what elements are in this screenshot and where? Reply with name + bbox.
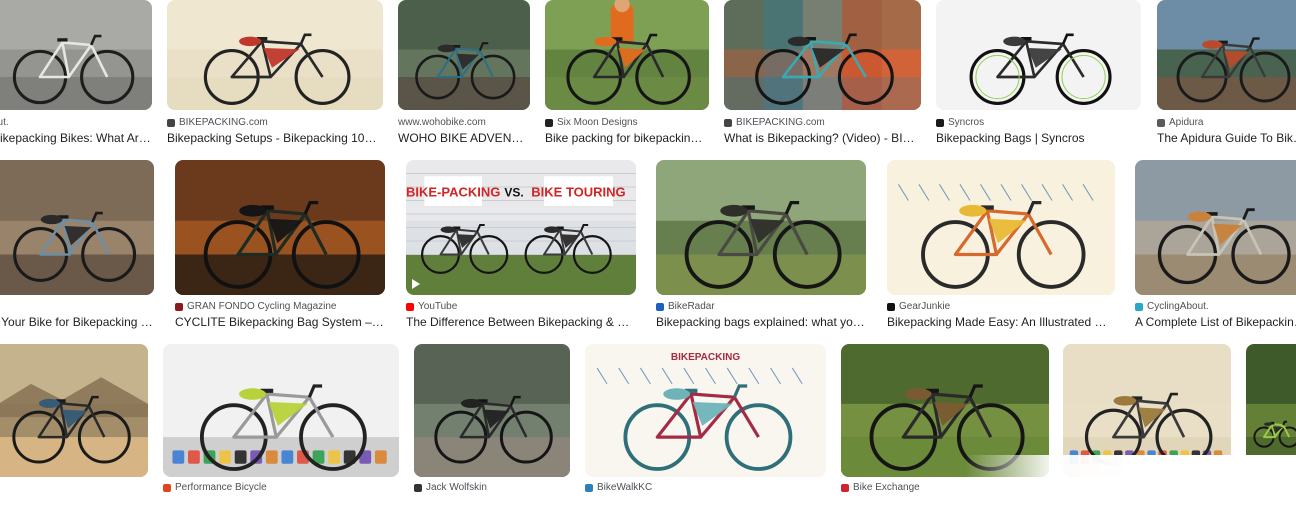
apidura-favicon-icon [1157, 118, 1165, 127]
result-source[interactable]: BikeRadar [656, 301, 715, 312]
image-result[interactable]: BikeRadar Bikepacking bags explained: wha… [656, 160, 866, 331]
image-result[interactable]: Six Moon Designs Bike packing for bikepac… [545, 0, 709, 147]
performance-favicon-icon [163, 483, 171, 492]
result-source-label: BIKEPACKING.com [736, 117, 825, 128]
result-source-label: Six Moon Designs [557, 117, 638, 128]
bikepacking-favicon-icon [167, 118, 175, 127]
gearjunkie-favicon-icon [887, 302, 895, 311]
result-title[interactable]: WOHO BIKE ADVENTURE... [398, 131, 530, 145]
result-thumbnail[interactable]: BIKE-PACKING VS. BIKE TOURING [406, 160, 636, 295]
result-source-label: BIKEPACKING.com [179, 117, 268, 128]
result-source[interactable]: GearJunkie [887, 301, 950, 312]
jackwolfskin-favicon-icon [414, 483, 422, 492]
result-source[interactable]: out. [0, 117, 9, 128]
result-source-label: Jack Wolfskin [426, 482, 487, 493]
bikeexchange-favicon-icon [841, 483, 849, 492]
result-title[interactable]: What is Bikepacking? (Video) - BIKEP... [724, 131, 921, 145]
image-result[interactable]: Syncros Bikepacking Bags | Syncros [936, 0, 1141, 147]
image-result[interactable]: Apidura The Apidura Guide To Bikepa... [1157, 0, 1296, 147]
result-source-label: CyclingAbout. [1147, 301, 1209, 312]
result-source[interactable]: Syncros [936, 117, 984, 128]
result-source-label: GRAN FONDO Cycling Magazine [187, 301, 337, 312]
result-title[interactable]: Bikepacking Made Easy: An Illustrated Ho… [887, 315, 1115, 329]
result-title[interactable]: Bike packing for bikepacking b... [545, 131, 709, 145]
poster-title-text: BIKEPACKING [671, 352, 740, 363]
result-source-label: Performance Bicycle [175, 482, 267, 493]
image-result[interactable]: BIKEPACKING.com What is Bikepacking? (Vid… [724, 0, 921, 147]
result-source-label: out. [0, 117, 9, 128]
image-result[interactable]: GearJunkie Bikepacking Made Easy: An Illu… [887, 160, 1115, 331]
syncros-favicon-icon [936, 118, 944, 127]
cyclingabout-favicon-icon [1135, 302, 1143, 311]
result-title[interactable]: Bikepacking Setups - Bikepacking 101 - B… [167, 131, 383, 145]
result-source[interactable]: Performance Bicycle [163, 482, 267, 493]
result-thumbnail[interactable] [1135, 160, 1296, 295]
result-thumbnail[interactable] [0, 160, 154, 295]
bikeradar-favicon-icon [656, 302, 664, 311]
result-thumbnail[interactable] [167, 0, 383, 110]
overlay-vs-text: VS. [504, 185, 523, 199]
bottom-right-fade [965, 455, 1296, 490]
result-source[interactable]: Apidura [1157, 117, 1203, 128]
image-result[interactable]: out. Bikepacking Bikes: What Are ... [0, 0, 152, 147]
result-title[interactable]: Bikepacking bags explained: what you ne.… [656, 315, 866, 329]
result-source[interactable]: GRAN FONDO Cycling Magazine [175, 301, 336, 312]
result-source[interactable]: YouTube [406, 301, 457, 312]
result-thumbnail[interactable] [1157, 0, 1296, 110]
result-source[interactable]: www.wohobike.com [398, 117, 486, 128]
overlay-left-text: BIKE-PACKING [406, 184, 500, 199]
result-thumbnail[interactable] [724, 0, 921, 110]
image-result[interactable]: BIKE-PACKING VS. BIKE TOURING YouTube The Di… [406, 160, 636, 331]
granfondo-favicon-icon [175, 302, 183, 311]
result-source[interactable]: CyclingAbout. [1135, 301, 1209, 312]
overlay-right-text: BIKE TOURING [531, 184, 625, 199]
result-source[interactable]: BikeWalkKC [585, 482, 652, 493]
result-thumbnail[interactable] [936, 0, 1141, 110]
result-thumbnail[interactable]: BIKEPACKING [585, 344, 826, 477]
result-source-label: Syncros [948, 117, 985, 128]
result-source-label: Bike Exchange [853, 482, 920, 493]
result-thumbnail[interactable] [887, 160, 1115, 295]
result-title[interactable]: Bikepacking Bikes: What Are ... [0, 131, 152, 145]
image-result[interactable] [0, 344, 148, 514]
play-icon [412, 279, 420, 289]
result-title[interactable]: A Complete List of Bikepacking B... [1135, 315, 1296, 329]
result-source-label: GearJunkie [899, 301, 951, 312]
image-result[interactable]: Jack Wolfskin [414, 344, 570, 514]
result-title[interactable]: k Your Bike for Bikepacking | L... [0, 315, 154, 329]
result-title[interactable]: CYCLITE Bikepacking Bag System – Light..… [175, 315, 385, 329]
image-result[interactable]: BIKEPACKING BikeWalkKC [585, 344, 826, 514]
result-thumbnail[interactable] [163, 344, 399, 477]
result-thumbnail[interactable] [656, 160, 866, 295]
image-result[interactable]: GRAN FONDO Cycling Magazine CYCLITE Bikep… [175, 160, 385, 331]
image-result[interactable]: www.wohobike.com WOHO BIKE ADVENTURE... [398, 0, 530, 147]
result-thumbnail[interactable] [414, 344, 570, 477]
result-title[interactable]: The Difference Between Bikepacking & Bik… [406, 315, 636, 329]
result-source-label: BikeWalkKC [597, 482, 653, 493]
result-thumbnail[interactable] [0, 344, 148, 477]
sixmoon-favicon-icon [545, 118, 553, 127]
result-title[interactable]: Bikepacking Bags | Syncros [936, 131, 1141, 145]
result-source-label: YouTube [418, 301, 458, 312]
result-source[interactable]: Bike Exchange [841, 482, 920, 493]
youtube-favicon-icon [406, 302, 414, 311]
image-result[interactable]: CyclingAbout. A Complete List of Bikepack… [1135, 160, 1296, 331]
result-source-label: Apidura [1169, 117, 1204, 128]
image-result[interactable]: k Your Bike for Bikepacking | L... [0, 160, 154, 331]
result-source[interactable]: BIKEPACKING.com [724, 117, 825, 128]
result-thumbnail[interactable] [0, 0, 152, 110]
result-source[interactable]: Six Moon Designs [545, 117, 638, 128]
result-thumbnail[interactable] [545, 0, 709, 110]
result-title[interactable]: The Apidura Guide To Bikepa... [1157, 131, 1296, 145]
result-source[interactable]: Jack Wolfskin [414, 482, 487, 493]
result-source-label: BikeRadar [668, 301, 715, 312]
result-thumbnail[interactable] [398, 0, 530, 110]
result-source[interactable]: BIKEPACKING.com [167, 117, 268, 128]
result-thumbnail[interactable] [175, 160, 385, 295]
bikepacking-favicon-icon [724, 118, 732, 127]
bikewalkkc-favicon-icon [585, 483, 593, 492]
result-source-label: www.wohobike.com [398, 117, 486, 128]
image-result[interactable]: BIKEPACKING.com Bikepacking Setups - Bike… [167, 0, 383, 147]
image-result[interactable]: Performance Bicycle [163, 344, 399, 514]
